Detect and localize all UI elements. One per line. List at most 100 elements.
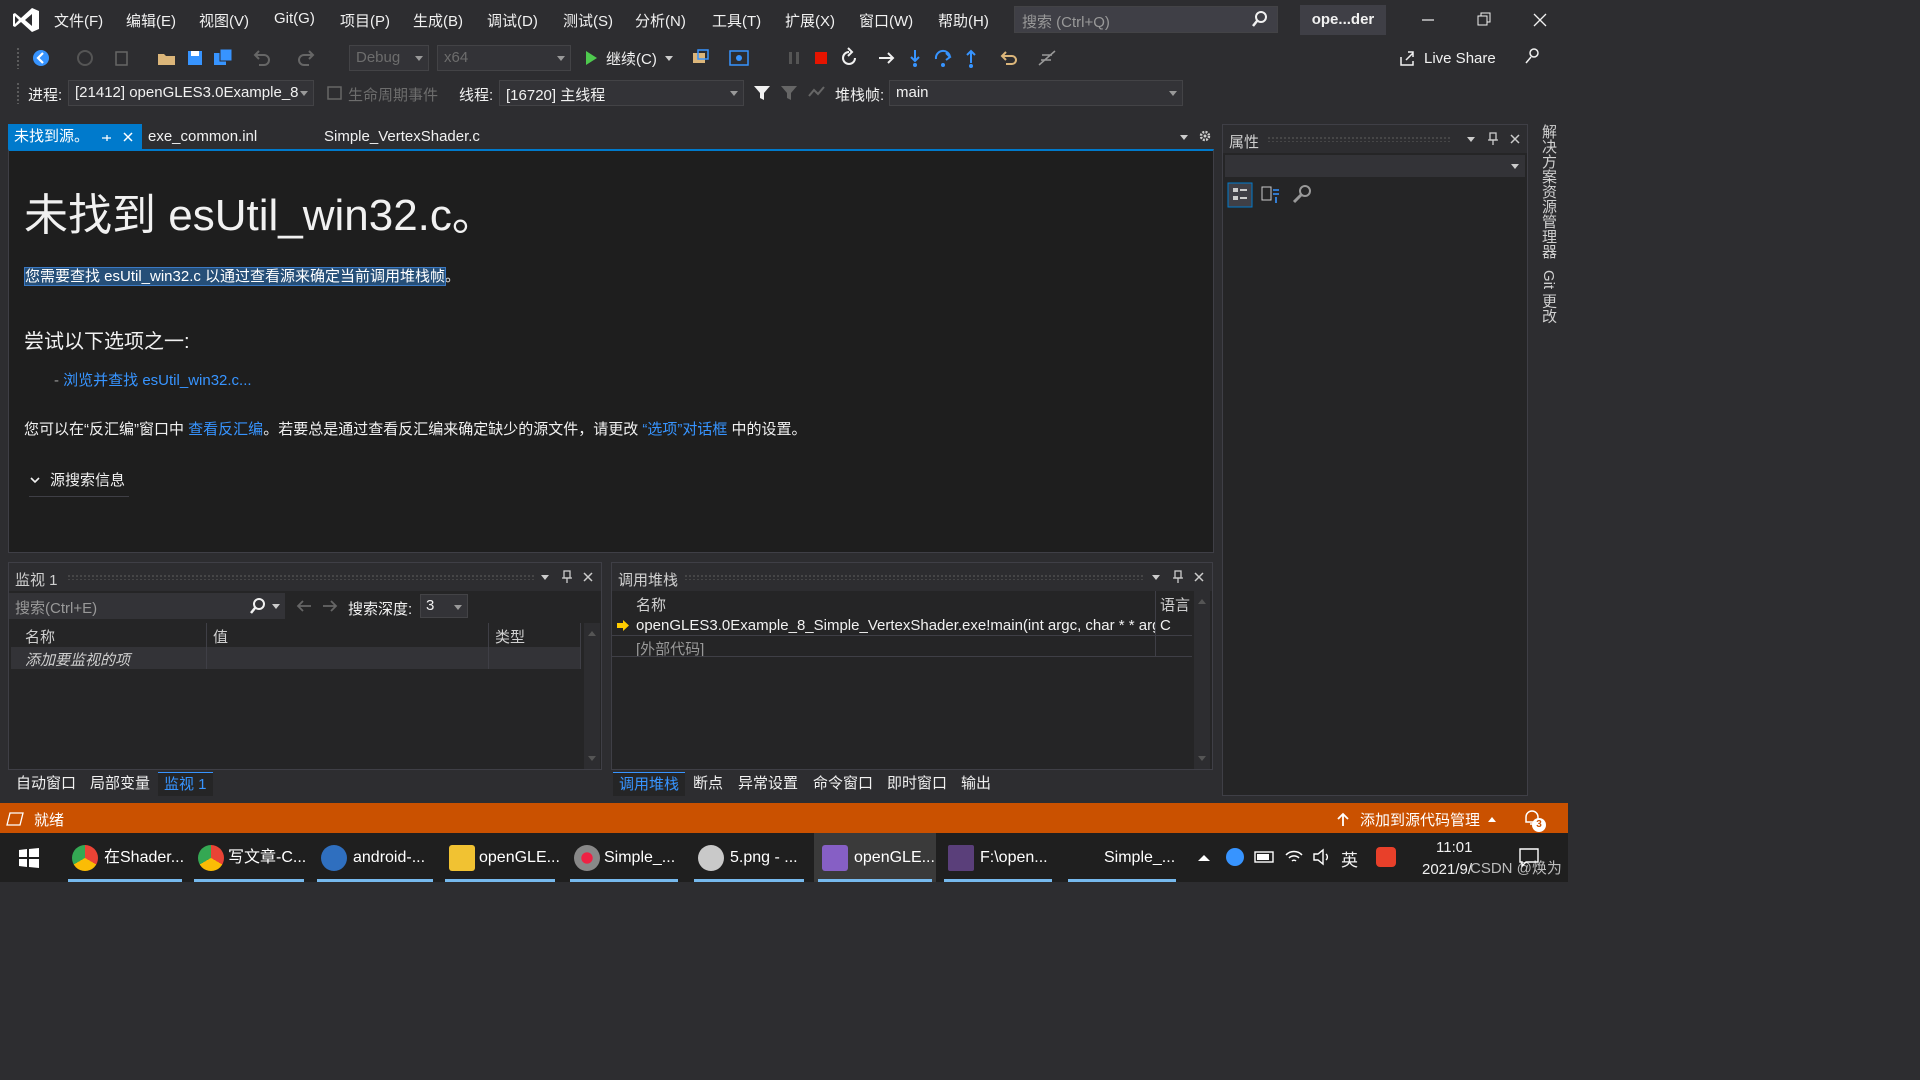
side-tab-solution-explorer[interactable]: 解决方案资源管理器 xyxy=(1538,124,1559,259)
tray-overflow-icon[interactable] xyxy=(1198,855,1210,861)
menu-file[interactable]: 文件(F) xyxy=(54,10,103,31)
view-disassembly-link[interactable]: 查看反汇编 xyxy=(188,421,263,438)
live-share-button[interactable]: Live Share xyxy=(1398,47,1496,69)
notifications-button[interactable]: 3 xyxy=(1522,808,1548,832)
menu-build[interactable]: 生成(B) xyxy=(413,10,463,31)
toolbar-grip[interactable] xyxy=(16,82,20,104)
column-language[interactable]: 语言 xyxy=(1156,591,1192,615)
hot-reload-icon[interactable] xyxy=(998,47,1020,69)
scroll-up-icon[interactable] xyxy=(588,631,596,636)
minimize-icon[interactable] xyxy=(1416,9,1440,31)
tab-list-chevron-icon[interactable] xyxy=(1180,135,1188,140)
menu-extensions[interactable]: 扩展(X) xyxy=(785,10,835,31)
step-out-icon[interactable] xyxy=(960,47,982,69)
pin-icon[interactable] xyxy=(561,570,573,584)
call-stack-scrollbar[interactable] xyxy=(1194,591,1210,769)
property-pages-icon[interactable] xyxy=(1289,182,1315,208)
tab-immediate-window[interactable]: 即时窗口 xyxy=(881,772,953,796)
taskbar-simple-window[interactable]: Simple_... xyxy=(1064,833,1180,882)
visual-studio-logo-icon[interactable] xyxy=(12,7,40,33)
options-dialog-link[interactable]: “选项”对话框 xyxy=(642,421,727,438)
menu-tools[interactable]: 工具(T) xyxy=(712,10,761,31)
menu-help[interactable]: 帮助(H) xyxy=(938,10,989,31)
taskbar-visual-studio[interactable]: openGLE... xyxy=(814,833,936,882)
taskbar-paint[interactable]: 5.png - ... xyxy=(690,833,808,882)
save-all-icon[interactable] xyxy=(212,47,234,69)
close-window-icon[interactable] xyxy=(1528,9,1552,31)
gear-icon[interactable] xyxy=(1198,129,1212,143)
pin-icon[interactable] xyxy=(100,132,112,144)
redo-icon[interactable] xyxy=(296,47,318,69)
scroll-up-icon[interactable] xyxy=(1198,599,1206,604)
navigate-back-icon[interactable] xyxy=(30,47,52,69)
pause-icon[interactable] xyxy=(783,47,805,69)
taskbar-simple-app[interactable]: Simple_... xyxy=(566,833,682,882)
taskbar-chrome-1[interactable]: 在Shader... xyxy=(64,833,186,882)
watch-add-row[interactable]: 添加要监视的项 xyxy=(11,647,581,669)
add-watch-item[interactable]: 添加要监视的项 xyxy=(19,647,207,669)
pane-menu-chevron-icon[interactable] xyxy=(1152,575,1160,580)
drag-grip[interactable] xyxy=(684,574,1144,580)
show-next-statement-icon[interactable] xyxy=(876,47,898,69)
toolbar-grip[interactable] xyxy=(16,47,20,69)
tab-autos[interactable]: 自动窗口 xyxy=(10,772,82,796)
taskbar-console[interactable]: F:\open... xyxy=(940,833,1056,882)
menu-project[interactable]: 项目(P) xyxy=(340,10,390,31)
windows-start-icon[interactable] xyxy=(18,847,40,869)
lifecycle-events-icon[interactable] xyxy=(324,82,346,104)
feedback-icon[interactable] xyxy=(1522,45,1544,67)
restart-icon[interactable] xyxy=(838,47,860,69)
call-stack-row[interactable]: openGLES3.0Example_8_Simple_VertexShader… xyxy=(612,615,1192,636)
wifi-icon[interactable] xyxy=(1284,847,1304,867)
add-to-source-control-button[interactable]: 添加到源代码管理 xyxy=(1336,809,1497,830)
pane-menu-chevron-icon[interactable] xyxy=(541,575,549,580)
tab-command-window[interactable]: 命令窗口 xyxy=(807,772,879,796)
input-method-indicator[interactable]: 英 xyxy=(1341,846,1358,871)
scroll-down-icon[interactable] xyxy=(1198,756,1206,761)
tray-app-icon[interactable] xyxy=(1226,848,1244,866)
tab-breakpoints[interactable]: 断点 xyxy=(687,772,729,796)
restore-icon[interactable] xyxy=(1472,9,1496,31)
configuration-select[interactable]: Debug xyxy=(349,45,429,71)
source-search-info-expander[interactable]: 源搜索信息 xyxy=(29,469,129,497)
tab-output[interactable]: 输出 xyxy=(955,772,997,796)
pin-icon[interactable] xyxy=(1172,570,1184,584)
breakpoints-icon[interactable] xyxy=(1036,47,1058,69)
filter-flag-icon[interactable] xyxy=(778,82,800,104)
tab-call-stack[interactable]: 调用堆栈 xyxy=(613,772,686,796)
call-stack-row[interactable]: [外部代码] xyxy=(612,636,1192,657)
search-back-icon[interactable] xyxy=(295,597,313,615)
undo-icon[interactable] xyxy=(250,47,272,69)
menu-analyze[interactable]: 分析(N) xyxy=(635,10,686,31)
filter-icon[interactable] xyxy=(751,82,773,104)
watch-scrollbar[interactable] xyxy=(584,623,600,769)
chevron-down-icon[interactable] xyxy=(272,604,280,609)
tab-simple-vertexshader[interactable]: Simple_VertexShader.c xyxy=(318,124,480,150)
column-value[interactable]: 值 xyxy=(207,623,489,647)
categorized-icon[interactable] xyxy=(1227,182,1253,208)
battery-icon[interactable] xyxy=(1254,848,1276,866)
watch-search-input[interactable]: 搜索(Ctrl+E) xyxy=(9,593,285,619)
continue-button[interactable]: 继续(C) xyxy=(582,47,673,69)
tab-source-not-found[interactable]: 未找到源。 xyxy=(8,124,142,150)
tab-exception-settings[interactable]: 异常设置 xyxy=(732,772,804,796)
thread-select[interactable]: [16720] 主线程 xyxy=(499,80,744,106)
sogou-ime-icon[interactable] xyxy=(1376,847,1396,867)
process-select[interactable]: [21412] openGLES3.0Example_8 xyxy=(68,80,314,106)
menu-view[interactable]: 视图(V) xyxy=(199,10,249,31)
taskbar-android-studio[interactable]: android-... xyxy=(313,833,437,882)
new-project-icon[interactable] xyxy=(112,47,134,69)
search-icon[interactable] xyxy=(249,597,267,615)
stack-frame-select[interactable]: main xyxy=(889,80,1183,106)
volume-icon[interactable] xyxy=(1312,847,1332,867)
side-tab-git-changes[interactable]: Git 更改 xyxy=(1538,270,1559,323)
column-type[interactable]: 类型 xyxy=(489,623,581,647)
step-over-icon[interactable] xyxy=(932,47,954,69)
drag-grip[interactable] xyxy=(67,574,535,580)
taskbar-file-explorer[interactable]: openGLE... xyxy=(441,833,560,882)
chevron-down-icon[interactable] xyxy=(664,55,673,61)
open-file-icon[interactable] xyxy=(156,47,178,69)
action-center-icon[interactable] xyxy=(1518,847,1540,867)
toggle-flag-icon[interactable] xyxy=(806,82,828,104)
drag-grip[interactable] xyxy=(1267,136,1451,142)
